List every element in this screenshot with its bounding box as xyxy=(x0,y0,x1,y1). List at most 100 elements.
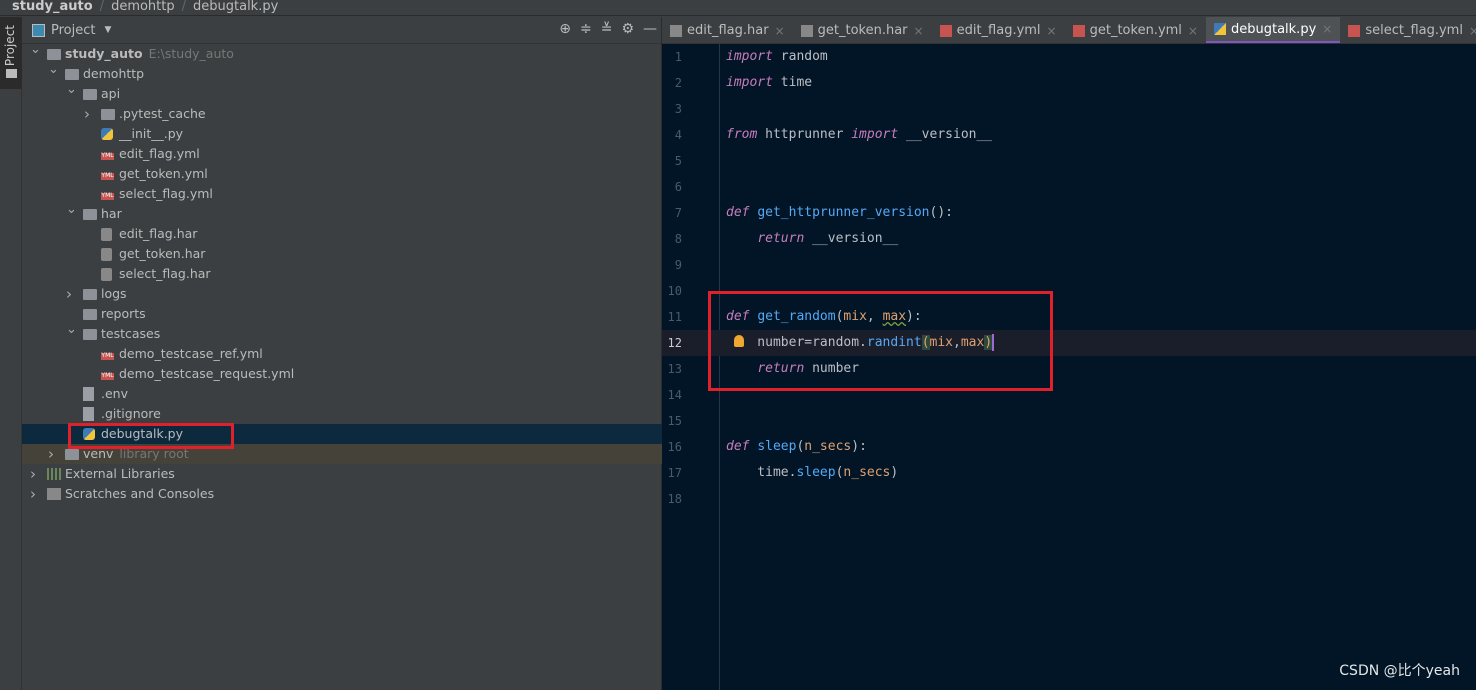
tree-item[interactable]: get_token.har xyxy=(22,244,662,264)
code-token: n_secs xyxy=(804,439,852,454)
code-line[interactable]: 7 def get_httprunner_version(): xyxy=(662,200,1476,226)
tree-item-label: har xyxy=(101,206,122,221)
editor-tab[interactable]: get_token.har × xyxy=(793,17,932,43)
code-line[interactable]: 16 def sleep(n_secs): xyxy=(662,434,1476,460)
code-token: sleep xyxy=(796,465,836,480)
chevron-down-icon[interactable]: ⌄ xyxy=(30,40,41,60)
line-number: 6 xyxy=(674,180,682,194)
code-line[interactable]: 8 return __version__ xyxy=(662,226,1476,252)
minimize-icon[interactable]: — xyxy=(643,21,657,37)
close-icon[interactable]: × xyxy=(914,24,924,38)
code-token: sleep xyxy=(757,439,797,454)
code-line[interactable]: 3 xyxy=(662,96,1476,122)
code-line[interactable]: 15 xyxy=(662,408,1476,434)
breadcrumb-item[interactable]: study_auto xyxy=(12,0,93,15)
tree-item[interactable]: edit_flag.har xyxy=(22,224,662,244)
tree-item[interactable]: ⌄ testcases xyxy=(22,322,662,344)
editor-tab[interactable]: edit_flag.yml × xyxy=(932,17,1065,43)
chevron-right-icon[interactable]: › xyxy=(66,284,76,304)
breadcrumb-item[interactable]: demohttp xyxy=(111,0,175,15)
chevron-right-icon[interactable]: › xyxy=(48,444,58,464)
tree-item[interactable]: reports xyxy=(22,304,662,324)
line-number: 12 xyxy=(667,336,682,350)
code-line[interactable]: 1 import random xyxy=(662,44,1476,70)
close-icon[interactable]: × xyxy=(1322,22,1332,36)
file-icon xyxy=(83,387,94,401)
tree-item[interactable]: ⌄ study_auto E:\study_auto xyxy=(22,42,662,64)
yml-icon: YML xyxy=(101,372,114,380)
editor-tab[interactable]: get_token.yml × xyxy=(1065,17,1206,43)
tree-item[interactable]: YML edit_flag.yml xyxy=(22,144,662,164)
chevron-down-icon[interactable]: ⌄ xyxy=(66,320,77,340)
har-icon xyxy=(101,268,112,281)
close-icon[interactable]: × xyxy=(1188,24,1198,38)
har-icon xyxy=(101,228,112,241)
tree-item-label: reports xyxy=(101,306,146,321)
tree-item[interactable]: YML select_flag.yml xyxy=(22,184,662,204)
chevron-down-icon[interactable]: ▼ xyxy=(104,25,111,35)
code-token: ): xyxy=(851,439,867,454)
folder-icon xyxy=(47,49,61,60)
close-icon[interactable]: × xyxy=(1047,24,1057,38)
gear-icon[interactable]: ⚙ xyxy=(621,21,634,37)
chevron-right-icon[interactable]: › xyxy=(30,484,40,504)
tree-item[interactable]: __init__.py xyxy=(22,124,662,144)
line-number: 11 xyxy=(667,310,682,324)
tree-item[interactable]: › External Libraries xyxy=(22,464,662,484)
tree-item-label: edit_flag.har xyxy=(119,226,198,241)
code-line[interactable]: 6 xyxy=(662,174,1476,200)
tree-item[interactable]: YML get_token.yml xyxy=(22,164,662,184)
tree-item[interactable]: › .pytest_cache xyxy=(22,104,662,124)
editor-tabs: edit_flag.har × get_token.har × edit_flag.ym… xyxy=(662,17,1476,44)
tree-item[interactable]: YML demo_testcase_ref.yml xyxy=(22,344,662,364)
code-line[interactable]: 2 import time xyxy=(662,70,1476,96)
code-line[interactable]: 9 xyxy=(662,252,1476,278)
line-number: 10 xyxy=(667,284,682,298)
code-token: n_secs xyxy=(843,465,891,480)
line-number: 9 xyxy=(674,258,682,272)
chevron-right-icon[interactable]: › xyxy=(84,104,94,124)
code-token: __version__ xyxy=(898,127,993,142)
tree-item[interactable]: ⌄ demohttp xyxy=(22,62,662,84)
watermark: CSDN @比个yeah xyxy=(1339,663,1460,679)
tree-item[interactable]: select_flag.har xyxy=(22,264,662,284)
code-token: import xyxy=(726,75,773,90)
folder-icon xyxy=(101,109,115,120)
tree-item[interactable]: .env xyxy=(22,384,662,404)
close-icon[interactable]: × xyxy=(1469,24,1476,38)
code-line[interactable]: 17 time.sleep(n_secs) xyxy=(662,460,1476,486)
breadcrumb-item[interactable]: debugtalk.py xyxy=(193,0,278,15)
project-tool-tab[interactable]: Project xyxy=(0,17,22,89)
chevron-down-icon[interactable]: ⌄ xyxy=(48,60,59,80)
chevron-down-icon[interactable]: ⌄ xyxy=(66,200,77,220)
line-number: 5 xyxy=(674,154,682,168)
expand-all-icon[interactable]: ≑ xyxy=(580,21,592,37)
tree-item[interactable]: ⌄ har xyxy=(22,202,662,224)
tree-item[interactable]: ⌄ api xyxy=(22,82,662,104)
tree-item-label: get_token.har xyxy=(119,246,206,261)
collapse-all-icon[interactable]: ≚ xyxy=(601,21,613,37)
tree-item[interactable]: › logs xyxy=(22,284,662,304)
py-icon xyxy=(101,128,113,140)
tree-item[interactable]: YML demo_testcase_request.yml xyxy=(22,364,662,384)
code-token: time xyxy=(772,75,813,90)
code-token: ) xyxy=(890,465,899,480)
har-icon xyxy=(800,24,813,37)
tool-window-strip: Project xyxy=(0,17,22,690)
breadcrumb: study_auto / demohttp / debugtalk.py xyxy=(0,0,1476,16)
code-line[interactable]: 18 xyxy=(662,486,1476,512)
editor-tab[interactable]: edit_flag.har × xyxy=(662,17,793,43)
code-line[interactable]: 4 from httprunner import __version__ xyxy=(662,122,1476,148)
tree-item[interactable]: .gitignore xyxy=(22,404,662,424)
chevron-right-icon[interactable]: › xyxy=(30,464,40,484)
editor-tab[interactable]: select_flag.yml × xyxy=(1340,17,1476,43)
code-line[interactable]: 5 xyxy=(662,148,1476,174)
tree-item-label: Scratches and Consoles xyxy=(65,486,215,501)
tree-item[interactable]: › Scratches and Consoles xyxy=(22,484,662,504)
editor-tab[interactable]: debugtalk.py × xyxy=(1205,17,1341,43)
close-icon[interactable]: × xyxy=(775,24,785,38)
line-number: 8 xyxy=(674,232,682,246)
locate-icon[interactable]: ⊕ xyxy=(559,21,571,37)
chevron-down-icon[interactable]: ⌄ xyxy=(66,80,77,100)
